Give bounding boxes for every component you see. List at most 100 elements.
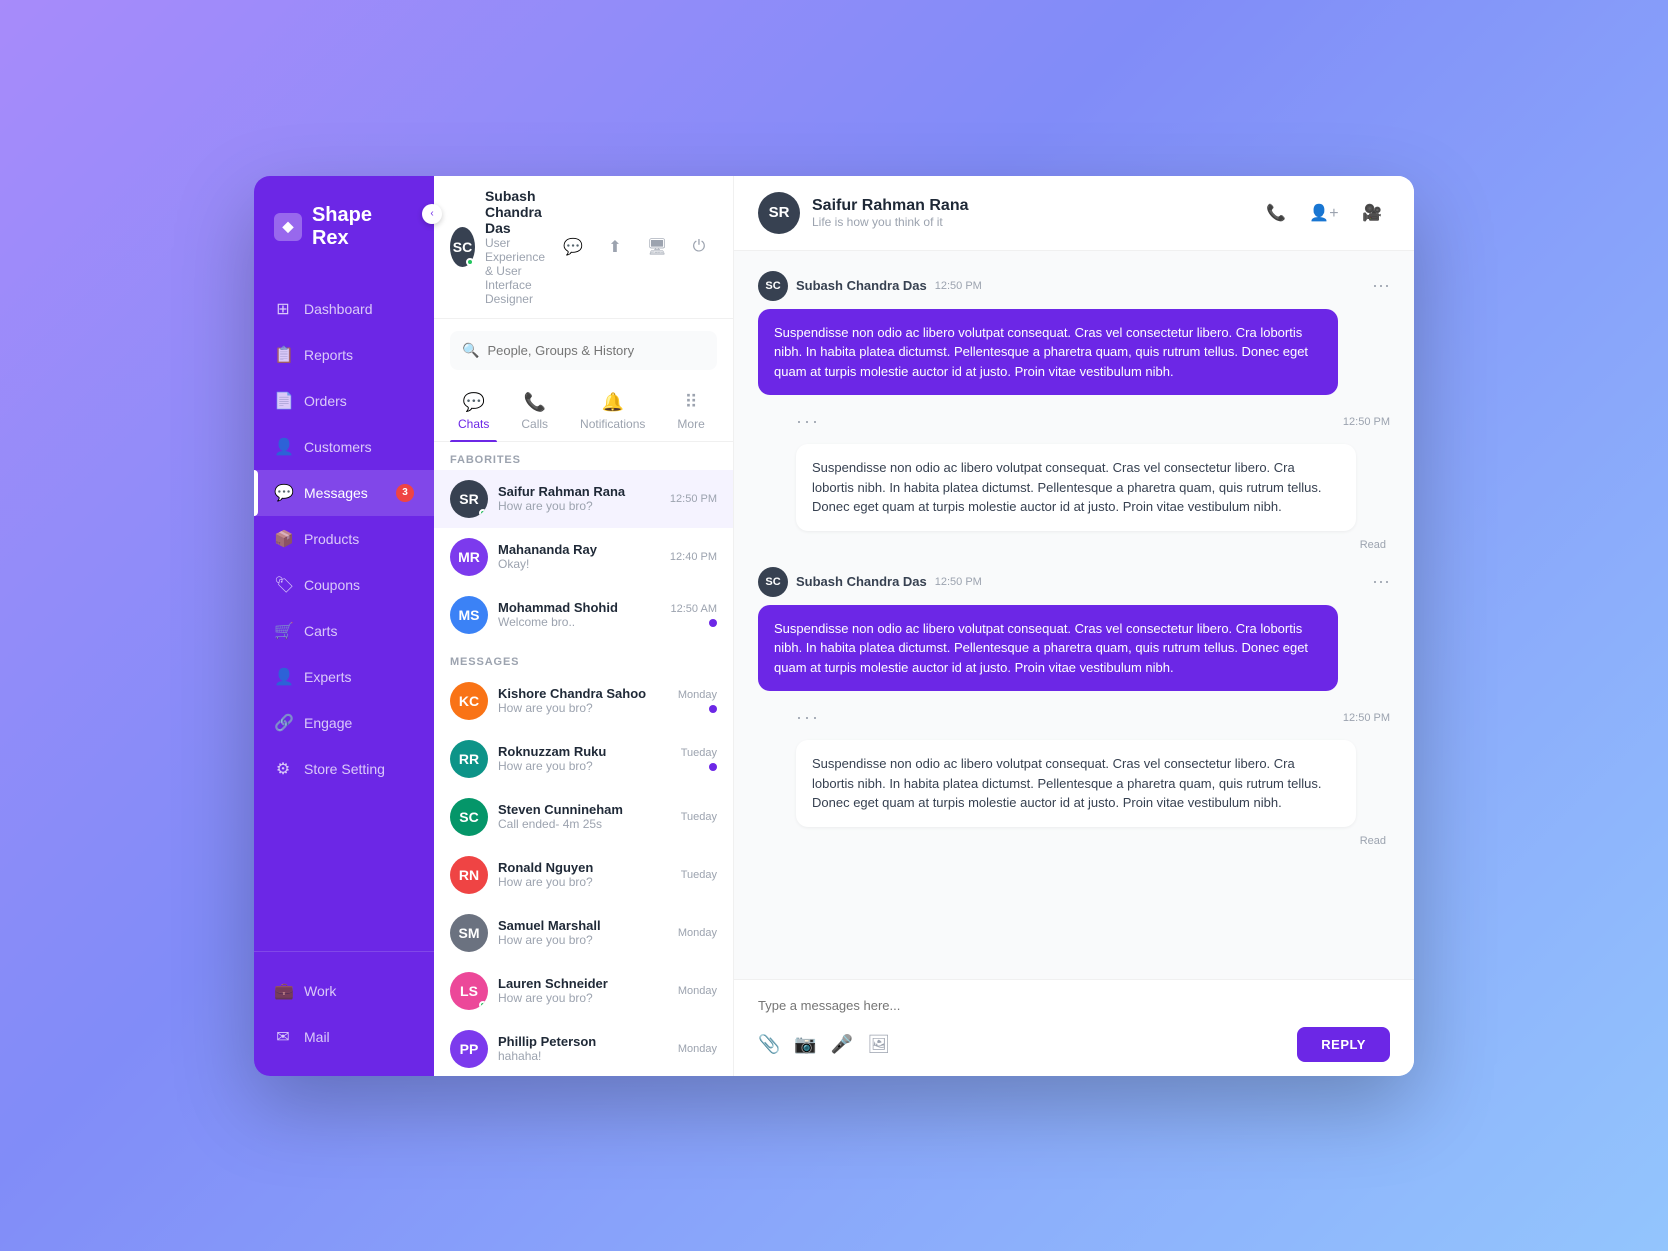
typing-dots-2: ··· bbox=[796, 707, 820, 728]
sidebar-item-work[interactable]: 💼 Work bbox=[254, 968, 434, 1014]
message-input[interactable] bbox=[758, 994, 1390, 1017]
engage-icon: 🔗 bbox=[274, 713, 292, 733]
contact-meta-saifur: 12:50 PM bbox=[670, 493, 717, 505]
experts-icon: 👤 bbox=[274, 667, 292, 687]
dots-time-2: 12:50 PM bbox=[1343, 712, 1390, 724]
notifications-tab-icon: 🔔 bbox=[602, 392, 624, 413]
sidebar-item-coupons[interactable]: 🏷 Coupons bbox=[254, 562, 434, 608]
contact-meta-roknuzzam: Tueday bbox=[681, 747, 717, 771]
contact-name-mahananda: Mahananda Ray bbox=[498, 542, 660, 557]
contact-avatar-lauren: LS bbox=[450, 972, 488, 1010]
sidebar-item-messages[interactable]: 💬 Messages 3 bbox=[254, 470, 434, 516]
message-group-2: ··· 12:50 PM Suspendisse non odio ac lib… bbox=[758, 411, 1390, 551]
contact-name-roknuzzam: Roknuzzam Ruku bbox=[498, 744, 671, 759]
header-power-icon[interactable]: ⏻ bbox=[681, 229, 717, 265]
lauren-online-dot bbox=[479, 1001, 487, 1009]
contact-meta-kishore: Monday bbox=[678, 689, 717, 713]
sidebar-item-engage[interactable]: 🔗 Engage bbox=[254, 700, 434, 746]
search-input[interactable] bbox=[487, 339, 705, 362]
calls-tab-label: Calls bbox=[521, 417, 548, 431]
contact-time-samuel: Monday bbox=[678, 927, 717, 939]
chats-tab-icon: 💬 bbox=[462, 392, 484, 413]
tab-notifications[interactable]: 🔔 Notifications bbox=[572, 382, 653, 441]
contact-msg-kishore: How are you bro? bbox=[498, 701, 668, 715]
msg-sender-1: Subash Chandra Das bbox=[796, 278, 927, 293]
customers-icon: 👤 bbox=[274, 437, 292, 457]
sidebar-item-orders[interactable]: 📄 Orders bbox=[254, 378, 434, 424]
sidebar-item-dashboard[interactable]: ⊞ Dashboard bbox=[254, 286, 434, 332]
msg-more-btn-3[interactable]: ··· bbox=[1372, 571, 1390, 592]
image-icon[interactable]: 🖼 bbox=[867, 1034, 890, 1055]
msg-more-btn-1[interactable]: ··· bbox=[1372, 275, 1390, 296]
mail-icon: ✉ bbox=[274, 1027, 292, 1047]
chat-header-name: Saifur Rahman Rana bbox=[812, 197, 1246, 215]
mic-icon[interactable]: 🎤 bbox=[831, 1034, 853, 1055]
favorites-label: FABORITES bbox=[434, 442, 733, 470]
search-bar[interactable]: 🔍 bbox=[450, 331, 717, 370]
header-upload-icon[interactable]: ⬆ bbox=[597, 229, 633, 265]
profile-avatar[interactable]: SC bbox=[450, 227, 475, 267]
camera-icon[interactable]: 📷 bbox=[794, 1034, 816, 1055]
app-logo[interactable]: ◆ Shape Rex bbox=[254, 176, 434, 278]
more-tab-label: More bbox=[677, 417, 704, 431]
search-icon: 🔍 bbox=[462, 342, 479, 359]
header-chat-icon[interactable]: 💬 bbox=[555, 229, 591, 265]
contact-time-lauren: Monday bbox=[678, 985, 717, 997]
sidebar-item-products[interactable]: 📦 Products bbox=[254, 516, 434, 562]
contact-roknuzzam[interactable]: RR Roknuzzam Ruku How are you bro? Tueda… bbox=[434, 730, 733, 788]
contact-msg-mahananda: Okay! bbox=[498, 557, 660, 571]
contact-saifur[interactable]: SR Saifur Rahman Rana How are you bro? 1… bbox=[434, 470, 733, 528]
sidebar-item-customers[interactable]: 👤 Customers bbox=[254, 424, 434, 470]
video-button[interactable]: 🎥 bbox=[1354, 195, 1390, 231]
sidebar-label-products: Products bbox=[304, 531, 359, 547]
contact-meta-samuel: Monday bbox=[678, 927, 717, 939]
reply-button[interactable]: REPLY bbox=[1297, 1027, 1390, 1062]
dots-time-1: 12:50 PM bbox=[1343, 416, 1390, 428]
carts-icon: 🛒 bbox=[274, 621, 292, 641]
tab-chats[interactable]: 💬 Chats bbox=[450, 382, 497, 441]
contact-name-saifur: Saifur Rahman Rana bbox=[498, 484, 660, 499]
sidebar-item-store-setting[interactable]: ⚙ Store Setting bbox=[254, 746, 434, 792]
tab-more[interactable]: ⠿ More bbox=[669, 382, 712, 441]
contact-meta-ronald: Tueday bbox=[681, 869, 717, 881]
contact-avatar-steven: SC bbox=[450, 798, 488, 836]
tab-calls[interactable]: 📞 Calls bbox=[513, 382, 556, 441]
contact-info-mohammad: Mohammad Shohid Welcome bro.. bbox=[498, 600, 661, 629]
contact-info-lauren: Lauren Schneider How are you bro? bbox=[498, 976, 668, 1005]
sidebar-label-messages: Messages bbox=[304, 485, 368, 501]
sidebar-label-experts: Experts bbox=[304, 669, 351, 685]
contact-phillip[interactable]: PP Phillip Peterson hahaha! Monday bbox=[434, 1020, 733, 1076]
input-icon-row: 📎 📷 🎤 🖼 REPLY bbox=[758, 1027, 1390, 1062]
contact-lauren[interactable]: LS Lauren Schneider How are you bro? Mon… bbox=[434, 962, 733, 1020]
contact-time-phillip: Monday bbox=[678, 1043, 717, 1055]
add-person-button[interactable]: 👤+ bbox=[1306, 195, 1342, 231]
contact-meta-phillip: Monday bbox=[678, 1043, 717, 1055]
contact-info-roknuzzam: Roknuzzam Ruku How are you bro? bbox=[498, 744, 671, 773]
contact-samuel[interactable]: SM Samuel Marshall How are you bro? Mond… bbox=[434, 904, 733, 962]
profile-role: User Experience & User Interface Designe… bbox=[485, 236, 545, 306]
middle-panel: SC Subash Chandra Das User Experience & … bbox=[434, 176, 734, 1076]
contact-kishore[interactable]: KC Kishore Chandra Sahoo How are you bro… bbox=[434, 672, 733, 730]
contact-mahananda[interactable]: MR Mahananda Ray Okay! 12:40 PM bbox=[434, 528, 733, 586]
attachment-icon[interactable]: 📎 bbox=[758, 1034, 780, 1055]
header-monitor-icon[interactable]: 🖥 bbox=[639, 229, 675, 265]
chat-header-status: Life is how you think of it bbox=[812, 215, 1246, 229]
sidebar-item-mail[interactable]: ✉ Mail bbox=[254, 1014, 434, 1060]
contact-steven[interactable]: SC Steven Cunnineham Call ended- 4m 25s … bbox=[434, 788, 733, 846]
contact-msg-saifur: How are you bro? bbox=[498, 499, 660, 513]
sidebar-item-reports[interactable]: 📋 Reports bbox=[254, 332, 434, 378]
message-group-1: SC Subash Chandra Das 12:50 PM ··· Suspe… bbox=[758, 271, 1390, 396]
contact-ronald[interactable]: RN Ronald Nguyen How are you bro? Tueday bbox=[434, 846, 733, 904]
msg-bubble-4: Suspendisse non odio ac libero volutpat … bbox=[796, 740, 1356, 827]
dots-row-1: ··· 12:50 PM bbox=[758, 411, 1390, 436]
profile-info: Subash Chandra Das User Experience & Use… bbox=[485, 188, 545, 306]
sidebar-label-dashboard: Dashboard bbox=[304, 301, 373, 317]
sidebar-item-experts[interactable]: 👤 Experts bbox=[254, 654, 434, 700]
contact-mohammad[interactable]: MS Mohammad Shohid Welcome bro.. 12:50 A… bbox=[434, 586, 733, 644]
chat-header: SR Saifur Rahman Rana Life is how you th… bbox=[734, 176, 1414, 251]
tabs-row: 💬 Chats 📞 Calls 🔔 Notifications ⠿ More bbox=[434, 382, 733, 442]
sidebar-collapse-button[interactable]: ‹ bbox=[422, 204, 442, 224]
sidebar-item-carts[interactable]: 🛒 Carts bbox=[254, 608, 434, 654]
typing-dots-1: ··· bbox=[796, 411, 820, 432]
call-button[interactable]: 📞 bbox=[1258, 195, 1294, 231]
